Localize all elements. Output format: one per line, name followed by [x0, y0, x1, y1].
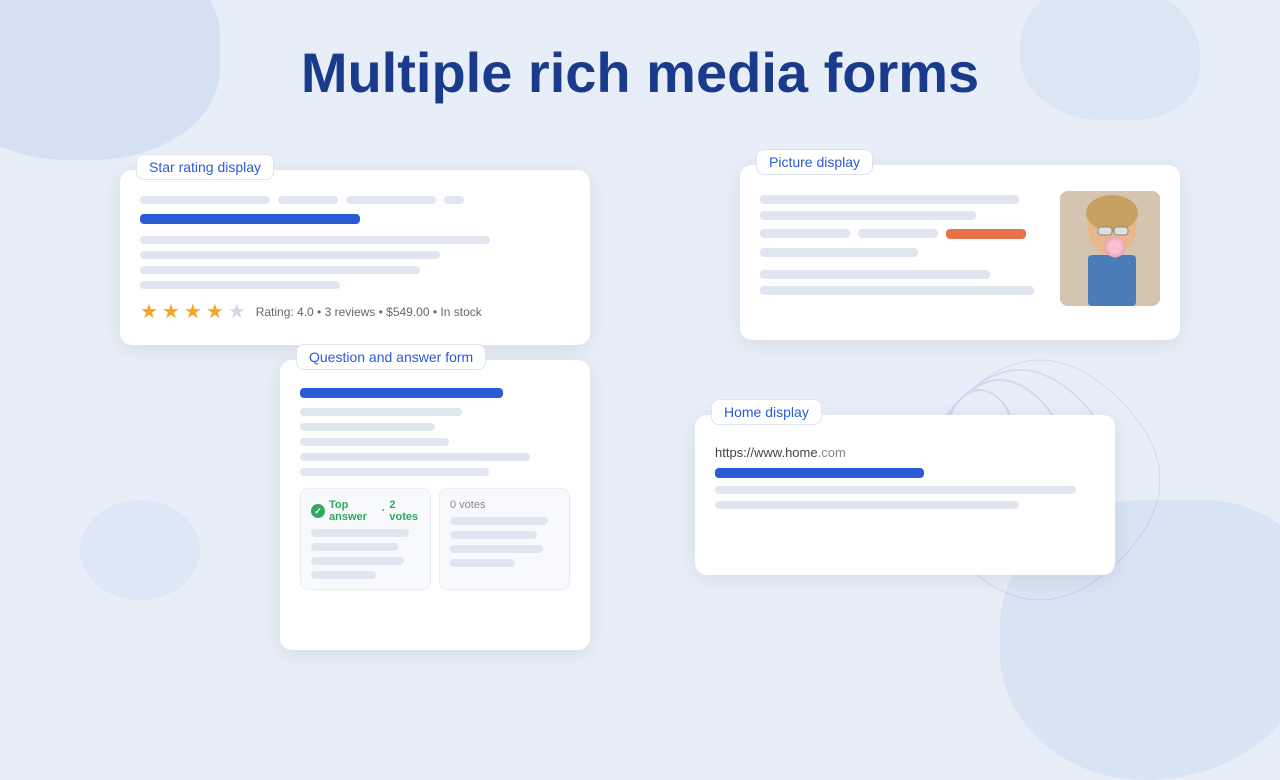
home-display-label: Home display: [711, 399, 822, 425]
product-image: [1060, 191, 1160, 306]
star-rating-row: ★ ★ ★ ★ ★ Rating: 4.0 • 3 reviews • $549…: [140, 299, 570, 324]
qa-line-2: [300, 423, 435, 431]
star-rating-label: Star rating display: [136, 154, 274, 180]
picture-display-label: Picture display: [756, 149, 873, 175]
pic-skeleton-1: [760, 195, 1019, 204]
star-3: ★: [184, 299, 202, 324]
pic-skeleton-3: [760, 229, 850, 238]
rating-meta-text: Rating: 4.0 • 3 reviews • $549.00 • In s…: [256, 305, 482, 319]
skeleton-line-1: [140, 196, 270, 204]
skeleton-top-row: [140, 196, 570, 204]
pic-skeleton-5: [760, 248, 918, 257]
qa-label: Question and answer form: [296, 344, 486, 370]
qa-content: ✓ Top answer · 2 votes 0 votes: [300, 388, 570, 590]
home-display-card: Home display https://www.home.com: [695, 415, 1115, 575]
bg-decoration-bl: [80, 500, 200, 600]
oa-line-4: [450, 559, 515, 567]
qa-card: Question and answer form ✓ Top answer · …: [280, 360, 590, 650]
skeleton-blue-bar: [140, 214, 360, 224]
skeleton-line-5: [140, 251, 440, 259]
star-2: ★: [162, 299, 180, 324]
star-5: ★: [228, 299, 246, 324]
skeleton-line-3: [346, 196, 436, 204]
star-4: ★: [206, 299, 224, 324]
skeleton-dropdown: [444, 196, 464, 204]
top-answer-box: ✓ Top answer · 2 votes: [300, 488, 431, 590]
ta-line-4: [311, 571, 376, 579]
home-line-1: [715, 486, 1076, 494]
picture-display-card: Picture display: [740, 165, 1180, 340]
pic-skeleton-2: [760, 211, 976, 220]
other-votes-text: 0 votes: [450, 499, 559, 511]
page-title: Multiple rich media forms: [0, 40, 1280, 105]
skeleton-line-7: [140, 281, 340, 289]
qa-line-4: [300, 453, 530, 461]
top-answer-dot: ·: [382, 505, 386, 517]
skeleton-line-4: [140, 236, 490, 244]
home-url-suffix: .com: [818, 445, 846, 460]
ta-line-3: [311, 557, 404, 565]
oa-line-1: [450, 517, 548, 525]
other-answer-box: 0 votes: [439, 488, 570, 590]
pic-skeleton-7: [760, 286, 1034, 295]
pic-skeleton-6: [760, 270, 990, 279]
oa-line-2: [450, 531, 537, 539]
pic-skeleton-row: [760, 229, 1048, 239]
check-circle-icon: ✓: [311, 504, 325, 518]
top-answer-votes: 2 votes: [389, 499, 420, 523]
skeleton-line-6: [140, 266, 420, 274]
star-1: ★: [140, 299, 158, 324]
qa-line-5: [300, 468, 489, 476]
skeleton-line-2: [278, 196, 338, 204]
top-answer-badge: ✓ Top answer · 2 votes: [311, 499, 420, 523]
star-rating-card: Star rating display ★ ★ ★ ★ ★ Rating: 4.…: [120, 170, 590, 345]
home-url-text: https://www.home.com: [715, 445, 1095, 460]
qa-line-3: [300, 438, 449, 446]
top-answer-text: Top answer: [329, 499, 378, 523]
pic-skeleton-4: [858, 229, 938, 238]
home-blue-bar: [715, 468, 924, 478]
qa-answers-area: ✓ Top answer · 2 votes 0 votes: [300, 488, 570, 590]
picture-text-column: [760, 191, 1048, 306]
ta-line-2: [311, 543, 398, 551]
picture-content-area: [760, 191, 1160, 306]
ta-line-1: [311, 529, 409, 537]
pic-orange-bar: [946, 229, 1026, 239]
home-line-2: [715, 501, 1019, 509]
qa-blue-bar: [300, 388, 503, 398]
qa-line-1: [300, 408, 462, 416]
home-content: https://www.home.com: [715, 445, 1095, 509]
oa-line-3: [450, 545, 543, 553]
